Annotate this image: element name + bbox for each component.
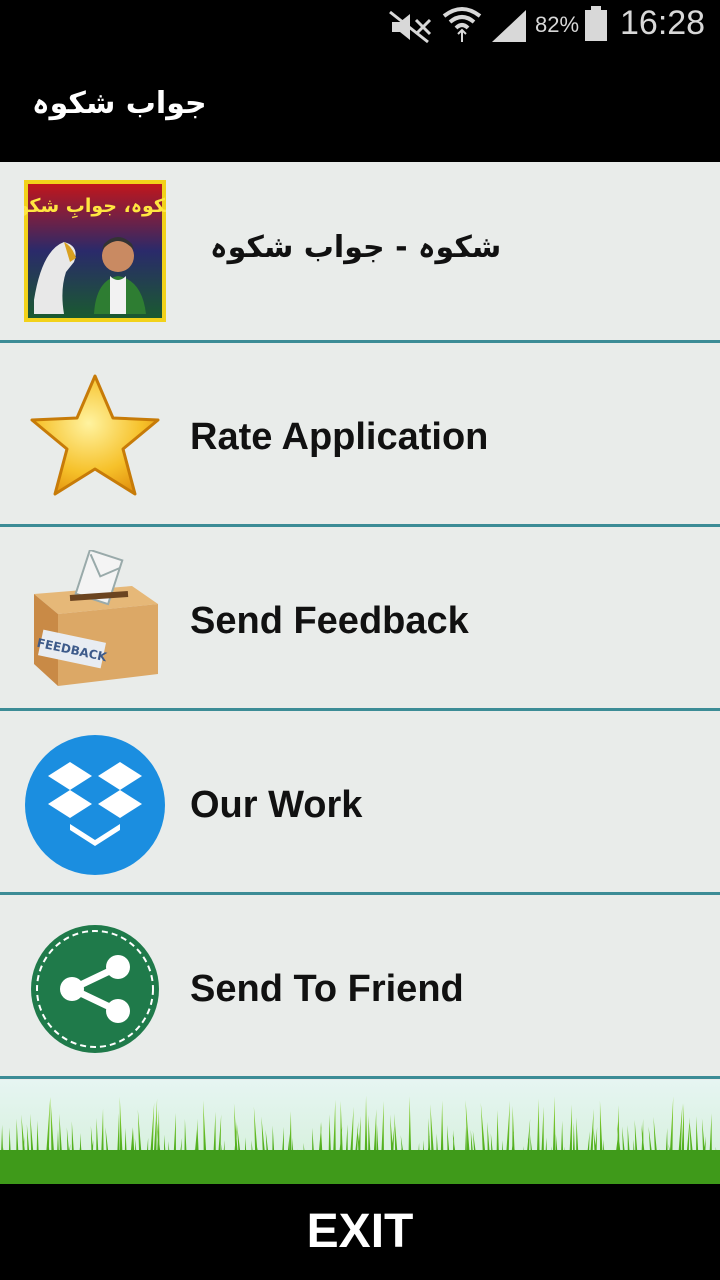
app-title: جواب شکوہ	[32, 86, 207, 121]
exit-label: EXIT	[306, 1205, 414, 1258]
wifi-icon	[442, 7, 482, 42]
status-bar: 82% 16:28	[0, 0, 720, 50]
header-item[interactable]: شکوہ، جوابِ شکوہ شکوہ - جواب شکوہ	[0, 162, 720, 343]
exit-button[interactable]: EXIT	[0, 1184, 720, 1280]
send-feedback-button[interactable]: FEEDBACK Send Feedback	[0, 530, 720, 711]
rate-application-label: Rate Application	[190, 416, 489, 458]
send-to-friend-button[interactable]: Send To Friend	[0, 898, 720, 1079]
app-bar: جواب شکوہ	[0, 50, 720, 162]
send-to-friend-label: Send To Friend	[190, 968, 464, 1010]
battery-percent: 82%	[535, 12, 580, 37]
send-feedback-label: Send Feedback	[190, 600, 469, 642]
battery-icon	[585, 6, 607, 41]
mute-icon	[389, 10, 432, 44]
feedback-box-icon: FEEDBACK	[34, 550, 158, 686]
our-work-button[interactable]: Our Work	[0, 714, 720, 895]
signal-icon	[492, 10, 526, 42]
header-label: شکوہ - جواب شکوہ	[210, 230, 502, 265]
our-work-label: Our Work	[190, 784, 363, 826]
svg-text:شکوہ، جوابِ شکوہ: شکوہ، جوابِ شکوہ	[24, 195, 166, 218]
grass-decoration	[0, 1080, 720, 1184]
dropbox-icon	[25, 735, 165, 875]
share-icon	[31, 925, 159, 1053]
menu-list: شکوہ، جوابِ شکوہ شکوہ - جواب شکوہ Rate A…	[0, 162, 720, 1184]
clock: 16:28	[620, 4, 706, 42]
rate-application-button[interactable]: Rate Application	[0, 346, 720, 527]
book-cover-thumbnail: شکوہ، جوابِ شکوہ	[24, 180, 166, 322]
star-icon	[30, 374, 160, 496]
